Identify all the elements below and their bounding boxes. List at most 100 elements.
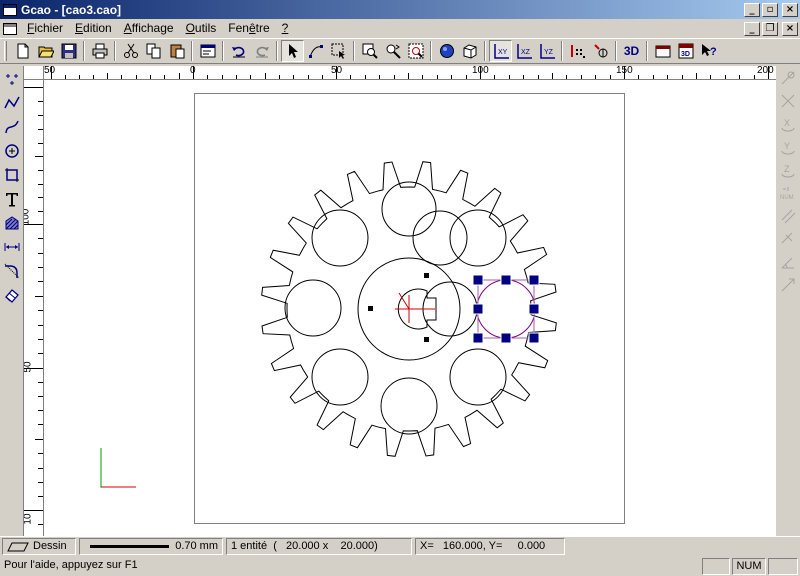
- grid-snap-icon: [570, 45, 585, 58]
- redo-button[interactable]: [250, 40, 273, 62]
- app-icon[interactable]: [3, 3, 17, 16]
- snap-middle-button[interactable]: [776, 90, 799, 112]
- context-help-button[interactable]: ?: [697, 40, 720, 62]
- view-xz-button[interactable]: XZ: [512, 40, 535, 62]
- vertical-ruler-ticks: [24, 87, 43, 525]
- sphere-icon: [439, 44, 454, 58]
- h-ruler-label: 100: [472, 66, 489, 76]
- cut-button[interactable]: [119, 40, 142, 62]
- points-icon: [5, 74, 18, 85]
- rotate-x-icon: X: [781, 118, 794, 132]
- drawing-surface[interactable]: [44, 80, 776, 536]
- h-ruler-label: 150: [616, 66, 633, 76]
- drawing-canvas[interactable]: [44, 80, 776, 536]
- curve-icon: [4, 120, 19, 134]
- menu-help[interactable]: ?: [276, 20, 295, 37]
- menu-edition[interactable]: Edition: [69, 20, 118, 37]
- menu-fichier[interactable]: Fichier: [21, 20, 69, 37]
- rectangle-tool-button[interactable]: [0, 164, 23, 186]
- window-select-button[interactable]: [327, 40, 350, 62]
- preview-button[interactable]: [651, 40, 674, 62]
- line-width-value: 0.70 mm: [175, 540, 218, 552]
- snap-grid-button[interactable]: [566, 40, 589, 62]
- line-width-box[interactable]: 0.70 mm: [79, 538, 223, 555]
- zoom-pan-button[interactable]: [381, 40, 404, 62]
- rotate-y-button[interactable]: Y: [776, 136, 799, 158]
- snap-point-button[interactable]: [589, 40, 612, 62]
- menu-outils[interactable]: Outils: [180, 20, 223, 37]
- text-tool-button[interactable]: [0, 188, 23, 210]
- view-xy-button[interactable]: XY: [489, 40, 512, 62]
- trim-button[interactable]: [776, 228, 799, 250]
- doc-restore-button[interactable]: ❐: [762, 21, 778, 36]
- circle-tool-button[interactable]: [0, 140, 23, 162]
- maximize-button[interactable]: ▫: [762, 2, 778, 17]
- point-tool-button[interactable]: [0, 68, 23, 90]
- extend-button[interactable]: [776, 274, 799, 296]
- undo-button[interactable]: [227, 40, 250, 62]
- title-bar[interactable]: Gcao - [cao3.cao] _ ▫ ×: [0, 0, 800, 19]
- svg-text:Z: Z: [784, 164, 790, 174]
- copy-button[interactable]: [142, 40, 165, 62]
- properties-button[interactable]: [196, 40, 219, 62]
- toolbar-separator: [561, 41, 563, 61]
- rotate-z-button[interactable]: Z: [776, 159, 799, 181]
- box-button[interactable]: [458, 40, 481, 62]
- snap-end-icon: [781, 71, 794, 85]
- horizontal-ruler[interactable]: 50 0 50 100 150 200: [44, 66, 776, 80]
- h-ruler-label: 0: [190, 66, 196, 76]
- paste-button[interactable]: [165, 40, 188, 62]
- close-button[interactable]: ×: [782, 2, 798, 17]
- svg-text:YZ: YZ: [544, 49, 554, 56]
- new-file-button[interactable]: [11, 40, 34, 62]
- zoom-button[interactable]: [358, 40, 381, 62]
- snap-end-button[interactable]: [776, 67, 799, 89]
- extend-icon: [781, 278, 794, 292]
- rotate-num-button[interactable]: NUM: [776, 182, 799, 204]
- plane-yz-icon: YZ: [539, 44, 555, 59]
- properties-bar: Dessin 0.70 mm 1 entité ( 20.000 x 20.00…: [0, 536, 800, 556]
- edit-nodes-button[interactable]: [304, 40, 327, 62]
- save-button[interactable]: [57, 40, 80, 62]
- open-file-button[interactable]: [34, 40, 57, 62]
- fillet-tool-button[interactable]: [0, 260, 23, 282]
- dimension-tool-button[interactable]: [0, 236, 23, 258]
- menu-affichage[interactable]: Affichage: [118, 20, 180, 37]
- axis-corner: [100, 448, 136, 488]
- copy-icon: [146, 43, 160, 59]
- view-3d-button[interactable]: 3D: [620, 40, 643, 62]
- h-ruler-label: 50: [44, 66, 56, 76]
- curve-tool-button[interactable]: [0, 116, 23, 138]
- hatch-tool-button[interactable]: [0, 212, 23, 234]
- node-edit-icon: [308, 45, 323, 58]
- pro-3d-icon: 3D: [678, 43, 693, 59]
- pro-3d-button[interactable]: 3D: [674, 40, 697, 62]
- polyline-tool-button[interactable]: [0, 92, 23, 114]
- document-icon[interactable]: [3, 22, 17, 35]
- svg-text:NUM: NUM: [780, 195, 794, 201]
- minimize-button[interactable]: _: [744, 2, 760, 17]
- horizontal-ruler-ticks: [51, 66, 769, 79]
- rotate-z-icon: Z: [781, 164, 794, 178]
- menu-fenetre[interactable]: Fenêtre: [222, 20, 275, 37]
- rotate-x-button[interactable]: X: [776, 113, 799, 135]
- rotate-num-icon: NUM: [780, 187, 794, 201]
- zoom-extents-icon: [408, 43, 423, 59]
- doc-minimize-button[interactable]: _: [744, 21, 760, 36]
- render-button[interactable]: [435, 40, 458, 62]
- v-ruler-label: 100: [24, 208, 32, 226]
- zoom-all-button[interactable]: [404, 40, 427, 62]
- parallel-button[interactable]: [776, 205, 799, 227]
- trim-icon: [781, 232, 792, 244]
- angle-button[interactable]: [776, 251, 799, 273]
- print-button[interactable]: [88, 40, 111, 62]
- vertical-ruler[interactable]: 100 50 10: [24, 80, 44, 536]
- view-yz-button[interactable]: YZ: [535, 40, 558, 62]
- zoom-window-icon: [362, 43, 378, 59]
- layer-box[interactable]: Dessin: [2, 538, 76, 555]
- eraser-icon: [4, 289, 19, 303]
- doc-close-button[interactable]: ×: [782, 21, 798, 36]
- select-pointer-button[interactable]: [281, 40, 304, 62]
- eraser-tool-button[interactable]: [0, 284, 23, 306]
- toolbar-grip[interactable]: [4, 41, 7, 61]
